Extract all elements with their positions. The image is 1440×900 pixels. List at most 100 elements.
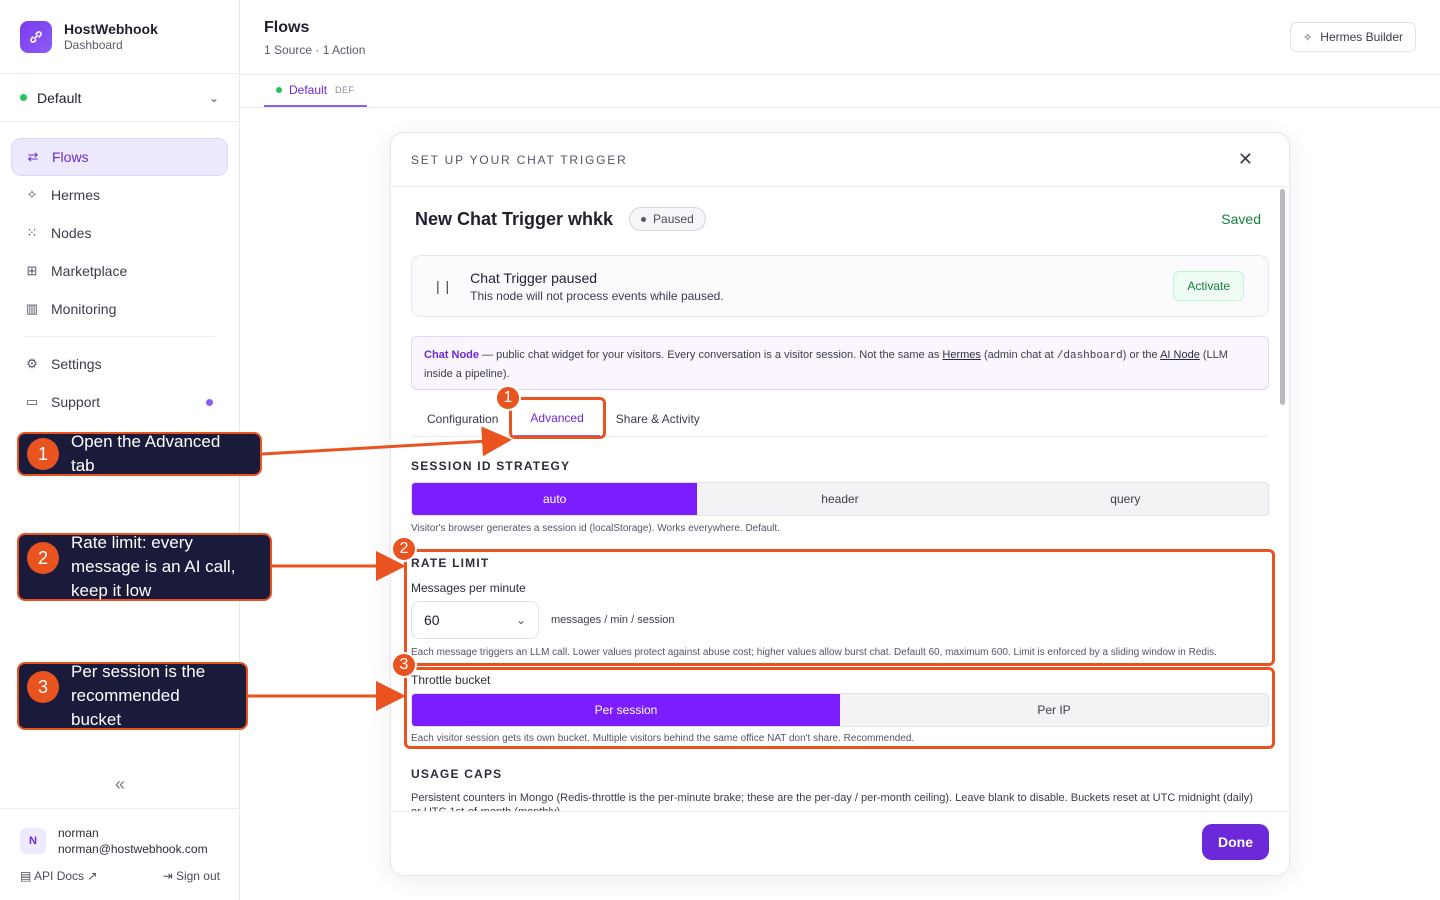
- sidebar-item-label: Support: [51, 394, 101, 410]
- info-callout: Chat Node — public chat widget for your …: [411, 336, 1269, 390]
- info-code: /dashboard: [1056, 350, 1123, 362]
- tab-default[interactable]: Default DEF: [264, 75, 367, 107]
- paused-title: Chat Trigger paused: [470, 269, 598, 286]
- page-subtitle: 1 Source · 1 Action: [264, 43, 366, 57]
- session-strategy-heading: SESSION ID STRATEGY: [411, 459, 571, 473]
- paused-banner: | | Chat Trigger paused This node will n…: [411, 255, 1269, 317]
- brand-subtitle: Dashboard: [64, 38, 123, 52]
- sidebar-nav: ⇄ Flows ✧ Hermes ⁙ Nodes ⊞ Marketplace ▥…: [0, 122, 239, 437]
- user-name: norman: [58, 826, 99, 840]
- divider: [24, 336, 215, 337]
- highlight-throttle-bucket: [404, 667, 1275, 749]
- saved-indicator: Saved: [1221, 211, 1261, 227]
- status-badge: Paused: [629, 207, 706, 231]
- tab-share-activity[interactable]: Share & Activity: [600, 412, 716, 436]
- sidebar-item-nodes[interactable]: ⁙ Nodes: [11, 214, 228, 252]
- info-text: (admin chat at: [980, 349, 1057, 361]
- done-button[interactable]: Done: [1202, 824, 1269, 860]
- page-title: Flows: [264, 19, 310, 36]
- callout-text: Open the Advanced tab: [71, 432, 221, 475]
- sign-out-icon: ⇥: [162, 869, 176, 883]
- node-name: New Chat Trigger whkk: [415, 208, 614, 229]
- usage-caps-description: Persistent counters in Mongo (Redis-thro…: [411, 792, 1253, 811]
- grid-icon: ⊞: [26, 263, 38, 278]
- sign-out-link[interactable]: ⇥ Sign out: [163, 869, 220, 883]
- hermes-builder-button[interactable]: ✧ Hermes Builder: [1290, 22, 1416, 52]
- scrollbar[interactable]: [1280, 189, 1285, 405]
- bar-chart-icon: ▥: [25, 301, 39, 316]
- nodes-icon: ⁙: [26, 225, 38, 240]
- chevron-down-icon: ⌄: [208, 90, 219, 105]
- marker-3: 3: [391, 652, 417, 678]
- status-badge-label: Paused: [653, 212, 694, 226]
- close-icon[interactable]: ✕: [1238, 149, 1253, 170]
- step-number: 1: [27, 438, 59, 470]
- callout-text: Per session is the recommended bucket: [71, 662, 206, 729]
- option-auto[interactable]: auto: [412, 483, 698, 515]
- activate-button[interactable]: Activate: [1173, 271, 1244, 301]
- annotation-callout-3: 3 Per session is the recommended bucket: [17, 662, 248, 730]
- sparkle-icon: ✧: [26, 187, 38, 202]
- sidebar-item-label: Settings: [51, 356, 102, 372]
- sidebar-item-label: Monitoring: [51, 301, 117, 317]
- document-icon: ▤: [20, 869, 35, 883]
- modal-footer: Done: [391, 811, 1289, 875]
- status-dot: [276, 87, 282, 93]
- info-text: ) or the: [1122, 349, 1161, 361]
- highlight-advanced-tab: [509, 397, 606, 439]
- notification-dot: [206, 398, 213, 406]
- sidebar-item-label: Nodes: [51, 225, 92, 241]
- sidebar-item-label: Hermes: [51, 187, 101, 203]
- brand[interactable]: HostWebhook Dashboard: [0, 0, 239, 74]
- hermes-link[interactable]: Hermes: [942, 349, 981, 361]
- status-dot: [20, 94, 27, 101]
- sidebar-item-hermes[interactable]: ✧ Hermes: [11, 176, 228, 214]
- collapse-sidebar-icon[interactable]: «: [0, 774, 240, 795]
- sidebar-item-label: Flows: [52, 149, 89, 165]
- highlight-rate-limit: [404, 549, 1275, 666]
- link-icon: [20, 20, 52, 53]
- annotation-callout-1: 1 Open the Advanced tab: [17, 432, 262, 476]
- gear-icon: ⚙: [26, 356, 38, 371]
- api-docs-link[interactable]: ▤ API Docs ↗: [20, 869, 97, 883]
- page-header: Flows 1 Source · 1 Action ✧ Hermes Build…: [240, 0, 1440, 75]
- sign-out-label: Sign out: [175, 869, 220, 883]
- option-header[interactable]: header: [697, 483, 982, 515]
- sidebar-item-monitoring[interactable]: ▥ Monitoring: [11, 290, 228, 328]
- step-number: 3: [27, 671, 59, 703]
- marker-1: 1: [495, 385, 521, 411]
- option-query[interactable]: query: [983, 483, 1268, 515]
- ai-node-link[interactable]: AI Node: [1160, 349, 1200, 361]
- avatar: N: [20, 828, 46, 854]
- status-dot: [641, 216, 647, 222]
- session-strategy-hint: Visitor's browser generates a session id…: [411, 523, 780, 534]
- chat-icon: ▭: [25, 394, 39, 409]
- sparkle-icon: ✧: [1303, 31, 1313, 44]
- sidebar-item-marketplace[interactable]: ⊞ Marketplace: [11, 252, 228, 290]
- tab-badge: DEF: [335, 85, 355, 95]
- workspace-selector[interactable]: Default ⌄: [0, 74, 239, 122]
- modal-header: SET UP YOUR CHAT TRIGGER ✕: [391, 133, 1289, 187]
- sidebar-item-label: Marketplace: [51, 263, 128, 279]
- user-email: norman@hostwebhook.com: [58, 842, 208, 856]
- hermes-builder-label: Hermes Builder: [1320, 30, 1403, 44]
- usage-caps-heading: USAGE CAPS: [411, 767, 503, 781]
- workspace-name: Default: [37, 89, 82, 106]
- marker-2: 2: [391, 536, 417, 562]
- modal-title: SET UP YOUR CHAT TRIGGER: [411, 152, 628, 167]
- sidebar-item-flows[interactable]: ⇄ Flows: [11, 138, 228, 176]
- callout-text: Rate limit: every message is an AI call,…: [71, 533, 236, 600]
- step-number: 2: [27, 542, 59, 574]
- flow-tabs: Default DEF: [240, 75, 1440, 108]
- sidebar-item-support[interactable]: ▭ Support: [11, 383, 228, 421]
- paused-description: This node will not process events while …: [470, 288, 724, 303]
- arrows-icon: ⇄: [27, 149, 39, 164]
- tab-configuration[interactable]: Configuration: [411, 412, 514, 436]
- info-text: — public chat widget for your visitors. …: [479, 349, 943, 361]
- info-bold: Chat Node: [424, 349, 479, 361]
- sidebar-item-settings[interactable]: ⚙ Settings: [11, 345, 228, 383]
- chat-trigger-modal: SET UP YOUR CHAT TRIGGER ✕ New Chat Trig…: [390, 132, 1290, 876]
- brand-name: HostWebhook: [64, 21, 158, 37]
- user-panel: N norman norman@hostwebhook.com ▤ API Do…: [0, 808, 240, 883]
- session-strategy-selector: auto header query: [411, 482, 1269, 516]
